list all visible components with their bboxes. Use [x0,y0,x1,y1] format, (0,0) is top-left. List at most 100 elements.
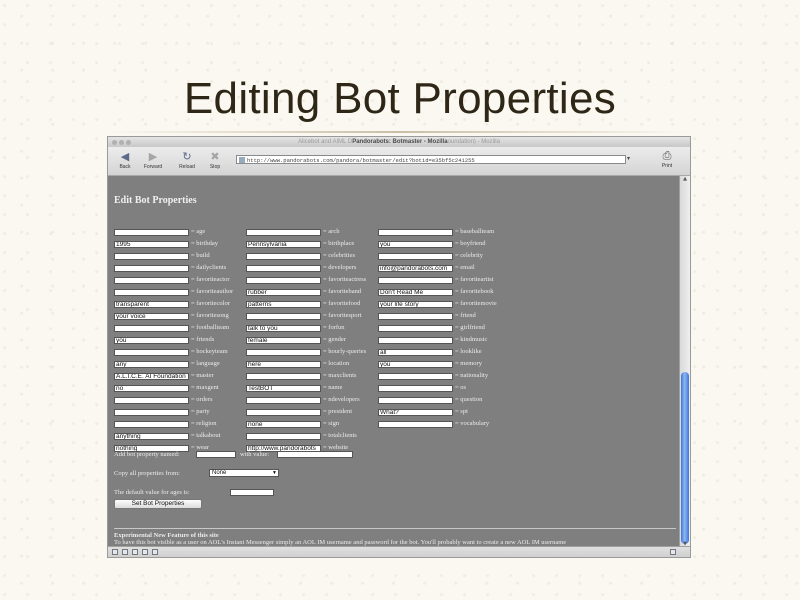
property-value-input[interactable] [378,313,453,320]
property-value-input[interactable] [378,385,453,392]
property-value-input[interactable] [246,397,321,404]
property-value-input[interactable] [246,265,321,272]
property-value-input[interactable] [114,349,189,356]
property-name-label: = sign [323,420,340,427]
property-value-input[interactable] [378,229,453,236]
property-value-input[interactable] [114,253,189,260]
property-name-label: = orders [191,396,213,403]
scroll-up-icon[interactable]: ▲ [680,176,690,182]
property-value-input[interactable]: any [114,361,189,368]
property-value-input[interactable] [378,277,453,284]
property-value-input[interactable]: Don't Read Me [378,289,453,296]
property-value-input[interactable]: anything [114,433,189,440]
navigator-icon[interactable] [112,549,118,555]
property-value-input[interactable]: you [114,337,189,344]
property-value-input[interactable] [378,253,453,260]
property-value-input[interactable]: 1995 [114,241,189,248]
window-title-suffix: oundation) - Mozilla [447,139,500,145]
url-text: http://www.pandorabots.com/pandora/botma… [247,157,475,164]
zoom-icon[interactable] [126,140,131,145]
property-value-input[interactable]: rubber [246,289,321,296]
property-name-label: = looklike [455,348,482,355]
property-value-input[interactable] [378,325,453,332]
property-value-input[interactable] [114,421,189,428]
property-value-input[interactable]: none [246,421,321,428]
property-value-input[interactable]: Pennsylvania [246,241,321,248]
property-value-input[interactable] [246,349,321,356]
chat-icon[interactable] [152,549,158,555]
vertical-scrollbar[interactable]: ▲ ▼ [679,176,690,547]
back-arrow-icon: ◀ [120,151,130,163]
forward-button[interactable]: ▶ Forward [140,150,166,170]
property-value-input[interactable]: TestBOT [246,385,321,392]
address-book-icon[interactable] [142,549,148,555]
property-value-input[interactable] [114,409,189,416]
default-value-input[interactable] [230,489,274,496]
scrollbar-thumb[interactable] [681,372,689,544]
new-property-name-input[interactable] [196,451,236,458]
property-value-input[interactable] [114,265,189,272]
url-bar[interactable]: http://www.pandorabots.com/pandora/botma… [236,155,626,164]
property-value-input[interactable] [114,397,189,404]
new-property-value-input[interactable] [277,451,353,458]
property-value-input[interactable] [114,289,189,296]
property-name-label: = location [323,360,350,367]
property-name-label: = nationality [455,372,489,379]
property-value-input[interactable] [378,397,453,404]
property-value-input[interactable] [114,325,189,332]
url-dropdown-icon[interactable]: ▾ [627,155,630,162]
property-value-input[interactable] [246,409,321,416]
property-value-input[interactable] [378,421,453,428]
property-value-input[interactable]: your voice [114,313,189,320]
set-bot-properties-button[interactable]: Set Bot Properties [114,499,202,509]
property-value-input[interactable]: patterns [246,301,321,308]
default-value-label: The default value for ages is: [114,489,190,496]
property-value-input[interactable] [378,373,453,380]
property-value-input[interactable] [246,253,321,260]
property-name-label: = master [191,372,214,379]
property-value-input[interactable]: info@pandorabots.com [378,265,453,272]
property-name-label: = favoritefood [323,300,361,307]
property-name-label: = friends [191,336,215,343]
mail-icon[interactable] [122,549,128,555]
property-value-input[interactable] [246,277,321,284]
property-name-label: = girlfriend [455,324,485,331]
property-value-input[interactable]: transparent [114,301,189,308]
section-divider [114,528,676,529]
property-value-input[interactable]: no [114,385,189,392]
property-value-input[interactable]: you [378,241,453,248]
property-value-input[interactable] [246,229,321,236]
property-value-input[interactable] [246,433,321,440]
copy-select-value: None [212,470,227,476]
property-name-label: = question [455,396,483,403]
copy-properties-select[interactable]: None ▼ [209,469,279,477]
property-value-input[interactable]: you [378,361,453,368]
back-button[interactable]: ◀ Back [112,150,138,170]
print-button[interactable]: ⎙ Print [658,149,676,169]
property-value-input[interactable] [378,337,453,344]
property-value-input[interactable]: all [378,349,453,356]
property-name-label: = arch [323,228,340,235]
browser-window: Alicebot and AIML DPandorabots: Botmaste… [108,137,690,557]
composer-icon[interactable] [132,549,138,555]
property-value-input[interactable]: talk to you [246,325,321,332]
title-divider [108,131,690,133]
property-value-input[interactable]: What? [378,409,453,416]
property-value-input[interactable]: female [246,337,321,344]
property-value-input[interactable] [246,313,321,320]
minimize-icon[interactable] [119,140,124,145]
property-value-input[interactable] [114,229,189,236]
property-value-input[interactable]: your life story [378,301,453,308]
property-name-label: = friend [455,312,476,319]
page-heading: Edit Bot Properties [114,195,197,206]
property-name-label: = ndevelopers [323,396,360,403]
property-value-input[interactable] [114,277,189,284]
property-value-input[interactable] [246,373,321,380]
window-title: Pandorabots: Botmaster - Mozilla [352,139,448,145]
close-icon[interactable] [112,140,117,145]
window-titlebar: Alicebot and AIML DPandorabots: Botmaste… [108,137,690,147]
property-value-input[interactable]: A.L.I.C.E. AI Foundation [114,373,189,380]
stop-button[interactable]: ✖ Stop [202,150,228,170]
reload-button[interactable]: ↻ Reload [174,150,200,170]
property-value-input[interactable]: here [246,361,321,368]
